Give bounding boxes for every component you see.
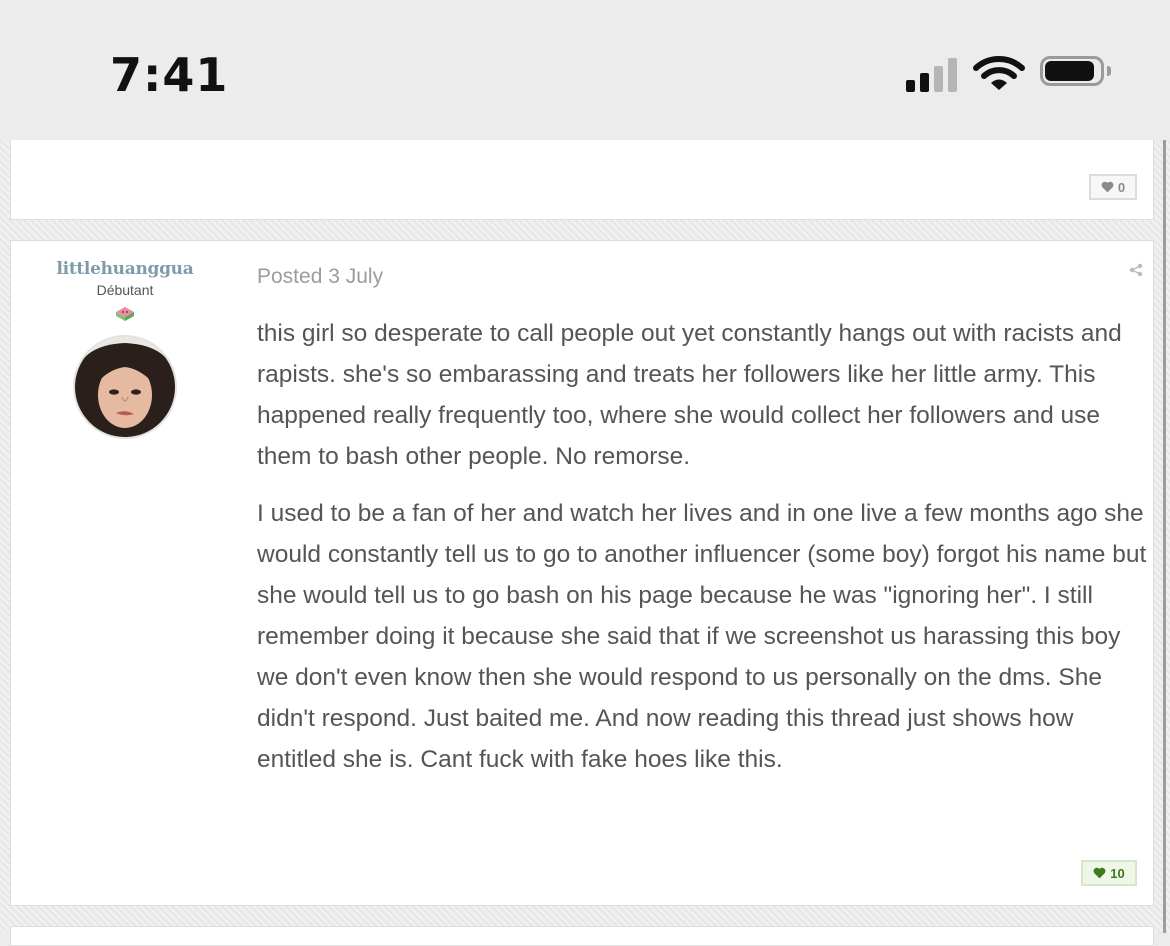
- author-rank: Débutant: [96, 282, 154, 298]
- author-panel: littlehuanggua Débutant: [11, 259, 239, 324]
- wifi-icon: [973, 54, 1025, 99]
- avatar[interactable]: [73, 335, 177, 439]
- reaction-count: 10: [1110, 865, 1125, 881]
- reaction-count: 0: [1117, 179, 1126, 195]
- share-icon[interactable]: [1129, 263, 1143, 282]
- status-bar: 7:41: [0, 0, 1170, 140]
- cellular-signal-icon: [906, 56, 960, 92]
- user-avatar-photo: [75, 337, 175, 437]
- post-paragraph: I used to be a fan of her and watch her …: [257, 500, 1147, 773]
- reaction-button[interactable]: 10: [1081, 860, 1137, 886]
- author-username[interactable]: littlehuanggua: [11, 259, 239, 279]
- post-body: this girl so desperate to call people ou…: [257, 313, 1147, 796]
- signal-bar: [948, 58, 957, 92]
- status-time: 7:41: [110, 48, 229, 102]
- signal-bar: [934, 66, 943, 92]
- previous-post-card: 0: [10, 140, 1154, 220]
- battery-fill: [1045, 61, 1094, 81]
- post-date[interactable]: Posted 3 July: [257, 265, 383, 289]
- reaction-button[interactable]: 0: [1089, 174, 1137, 200]
- scroll-edge: [1163, 140, 1166, 933]
- battery-icon: [1040, 56, 1112, 92]
- post-card: littlehuanggua Débutant Posted 3 July th…: [10, 240, 1154, 906]
- heart-icon: [1101, 181, 1114, 193]
- signal-bar: [906, 80, 915, 92]
- signal-bar: [920, 73, 929, 92]
- battery-nub: [1107, 66, 1111, 76]
- watermelon-badge-icon: [114, 304, 136, 324]
- post-paragraph: this girl so desperate to call people ou…: [257, 320, 1122, 470]
- next-post-card: [10, 926, 1154, 946]
- heart-icon: [1093, 867, 1106, 879]
